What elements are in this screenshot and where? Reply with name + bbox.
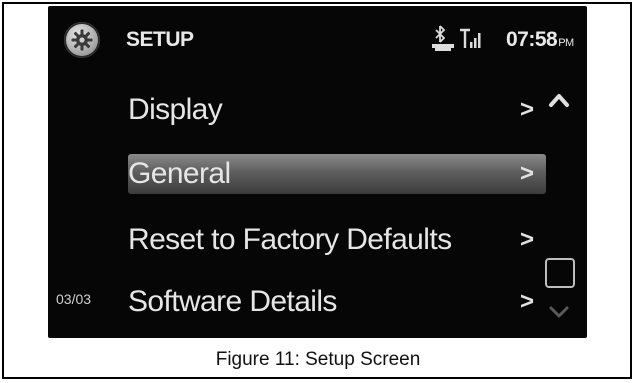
- menu-item-general[interactable]: General >: [128, 154, 546, 194]
- menu-item-label: Display: [128, 93, 223, 126]
- screen-title: SETUP: [126, 28, 194, 51]
- chevron-down-icon[interactable]: [548, 304, 570, 324]
- clock: 07:58PM: [506, 28, 574, 52]
- chevron-right-icon: >: [520, 226, 534, 253]
- chevron-up-icon[interactable]: [548, 92, 570, 112]
- menu-item-reset-factory-defaults[interactable]: Reset to Factory Defaults >: [128, 220, 548, 260]
- status-icons: [428, 24, 488, 54]
- menu-item-label: Reset to Factory Defaults: [128, 223, 452, 256]
- page-indicator: 03/03: [56, 291, 92, 307]
- status-bar: SETUP 07:58PM: [48, 6, 587, 78]
- bluetooth-phone-icon: [432, 25, 454, 51]
- signal-strength-icon: [460, 28, 481, 48]
- clock-time: 07:58: [506, 28, 558, 51]
- chevron-right-icon: >: [520, 288, 534, 315]
- figure-caption: Figure 11: Setup Screen: [215, 349, 421, 370]
- menu-item-label: General: [128, 157, 231, 190]
- menu-item-display[interactable]: Display >: [128, 90, 548, 130]
- settings-gear-icon[interactable]: [64, 22, 100, 58]
- chevron-right-icon: >: [520, 96, 534, 123]
- menu-item-label: Software Details: [128, 285, 337, 318]
- clock-ampm: PM: [558, 37, 574, 49]
- head-unit-screen: SETUP 07:58PM Display > General > Reset …: [48, 6, 587, 338]
- chevron-right-icon: >: [520, 160, 534, 187]
- menu-item-software-details[interactable]: Software Details >: [128, 282, 548, 322]
- scrollbar-thumb[interactable]: [545, 258, 575, 288]
